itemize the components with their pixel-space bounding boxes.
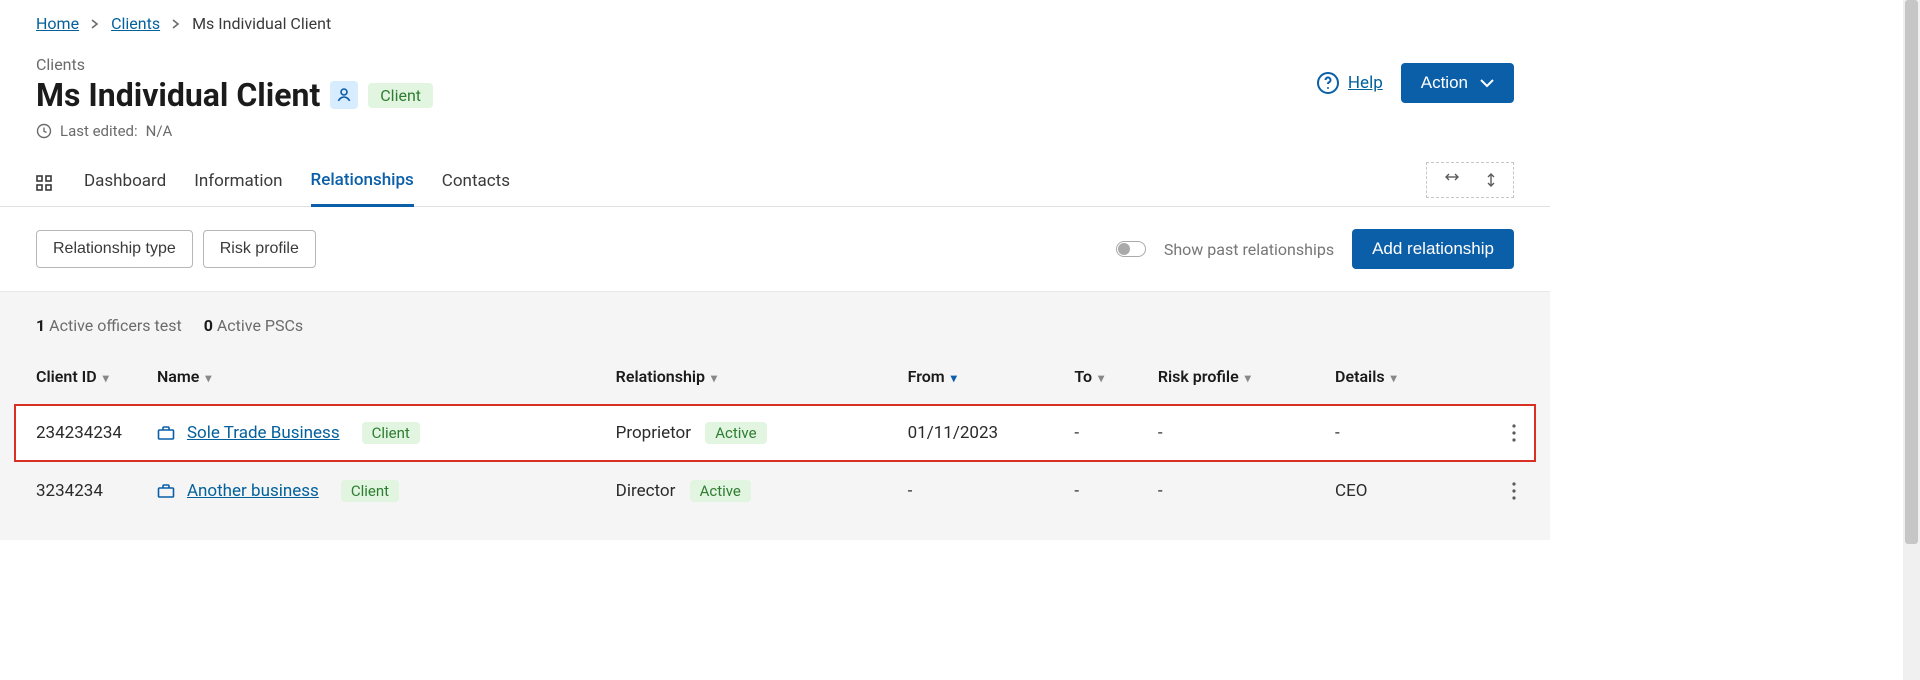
filter-risk-profile[interactable]: Risk profile xyxy=(203,230,316,268)
tab-information[interactable]: Information xyxy=(194,161,282,205)
last-edited-label: Last edited: xyxy=(60,122,138,140)
row-name-link[interactable]: Another business xyxy=(187,481,319,501)
chevron-right-icon xyxy=(172,19,180,29)
tab-contacts[interactable]: Contacts xyxy=(442,161,510,205)
arrow-horizontal-icon xyxy=(1443,171,1461,189)
breadcrumb-home[interactable]: Home xyxy=(36,14,79,33)
cell-to: - xyxy=(1054,404,1137,462)
table-row: 234234234 Sole Trade Business Client xyxy=(16,404,1534,462)
page-title: Ms Individual Client xyxy=(36,76,320,114)
add-relationship-label: Add relationship xyxy=(1372,239,1494,259)
breadcrumb-current: Ms Individual Client xyxy=(192,14,331,33)
cell-relationship: Proprietor xyxy=(616,423,691,443)
col-relationship[interactable]: Relationship▾ xyxy=(596,349,888,404)
client-badge: Client xyxy=(368,83,433,108)
row-name-link[interactable]: Sole Trade Business xyxy=(187,423,340,443)
cell-to: - xyxy=(1054,462,1137,520)
stat-officers: 1 Active officers test xyxy=(36,316,182,335)
row-name-badge: Client xyxy=(341,480,399,502)
help-link[interactable]: Help xyxy=(1348,73,1383,93)
help-icon[interactable] xyxy=(1316,71,1340,95)
cell-client-id: 3234234 xyxy=(16,462,137,520)
grid-icon[interactable] xyxy=(36,175,56,191)
chevron-right-icon xyxy=(91,19,99,29)
cell-details: - xyxy=(1315,404,1492,462)
cell-relationship: Director xyxy=(616,481,676,501)
cell-risk: - xyxy=(1138,462,1315,520)
cell-details: CEO xyxy=(1315,462,1492,520)
breadcrumb: Home Clients Ms Individual Client xyxy=(0,0,1550,39)
toggle-past-label: Show past relationships xyxy=(1164,240,1334,259)
status-badge: Active xyxy=(690,480,751,502)
tab-dashboard[interactable]: Dashboard xyxy=(84,161,166,205)
scrollbar[interactable] xyxy=(1903,0,1920,680)
add-relationship-button[interactable]: Add relationship xyxy=(1352,229,1514,269)
toggle-past-relationships[interactable] xyxy=(1116,241,1146,257)
table-row: 3234234 Another business Client xyxy=(16,462,1534,520)
last-edited-value: N/A xyxy=(146,122,173,140)
row-actions-menu[interactable] xyxy=(1492,462,1534,520)
action-button-label: Action xyxy=(1421,73,1468,93)
col-client-id[interactable]: Client ID▾ xyxy=(16,349,137,404)
action-button[interactable]: Action xyxy=(1401,63,1514,103)
cell-risk: - xyxy=(1138,404,1315,462)
cell-client-id: 234234234 xyxy=(16,404,137,462)
breadcrumb-clients[interactable]: Clients xyxy=(111,14,160,33)
cell-from: - xyxy=(888,462,1055,520)
status-badge: Active xyxy=(705,422,766,444)
briefcase-icon xyxy=(157,483,175,499)
row-actions-menu[interactable] xyxy=(1492,404,1534,462)
briefcase-icon xyxy=(157,425,175,441)
col-name[interactable]: Name▾ xyxy=(137,349,596,404)
scrollbar-thumb[interactable] xyxy=(1905,0,1918,544)
row-name-badge: Client xyxy=(362,422,420,444)
col-to[interactable]: To▾ xyxy=(1054,349,1137,404)
chevron-down-icon xyxy=(1480,78,1494,88)
arrow-vertical-icon xyxy=(1485,171,1497,189)
expand-controls[interactable] xyxy=(1426,162,1514,198)
filter-relationship-type[interactable]: Relationship type xyxy=(36,230,193,268)
col-risk-profile[interactable]: Risk profile▾ xyxy=(1138,349,1315,404)
person-icon xyxy=(330,81,358,109)
section-label: Clients xyxy=(36,55,1316,74)
tab-relationships[interactable]: Relationships xyxy=(311,160,414,207)
clock-icon xyxy=(36,123,52,139)
cell-from: 01/11/2023 xyxy=(888,404,1055,462)
stat-pscs: 0 Active PSCs xyxy=(204,316,303,335)
col-details[interactable]: Details▾ xyxy=(1315,349,1492,404)
col-from[interactable]: From▾ xyxy=(888,349,1055,404)
